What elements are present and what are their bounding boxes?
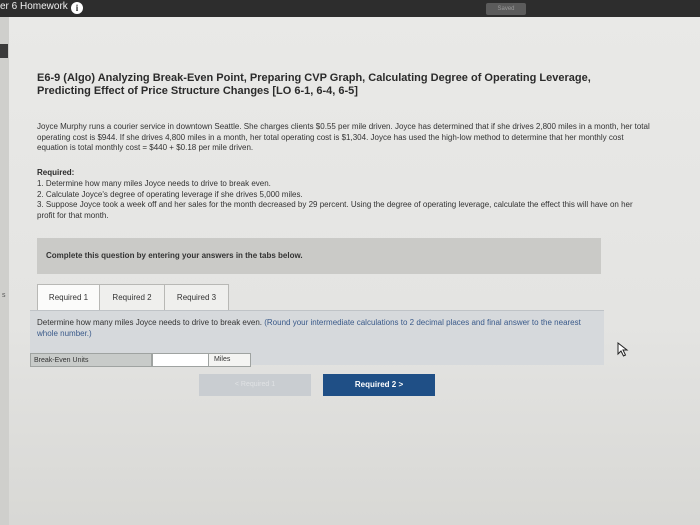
sidebar-marker xyxy=(0,44,8,58)
sidebar-letter: s xyxy=(2,292,6,299)
tab-required-2[interactable]: Required 2 xyxy=(99,284,165,311)
saved-indicator: Saved xyxy=(486,3,526,15)
tab-required-1[interactable]: Required 1 xyxy=(37,284,100,311)
required-title: Required: xyxy=(37,168,75,177)
tab-required-3[interactable]: Required 3 xyxy=(164,284,229,311)
miles-unit-label: Miles xyxy=(208,353,251,367)
question-text: Determine how many miles Joyce needs to … xyxy=(37,318,602,339)
problem-paragraph: Joyce Murphy runs a courier service in d… xyxy=(37,122,650,152)
instruction-banner: Complete this question by entering your … xyxy=(37,238,601,274)
problem-heading: E6-9 (Algo) Analyzing Break-Even Point, … xyxy=(37,72,591,97)
break-even-units-label: Break-Even Units xyxy=(30,353,152,367)
required-item: 1. Determine how many miles Joyce needs … xyxy=(37,179,271,188)
required-item: 2. Calculate Joyce's degree of operating… xyxy=(37,189,303,199)
top-bar: er 6 Homework i Saved xyxy=(0,0,700,17)
info-icon[interactable]: i xyxy=(71,2,83,14)
required-list: 1. Determine how many miles Joyce needs … xyxy=(37,179,647,221)
assignment-title: er 6 Homework xyxy=(0,1,68,12)
next-required-button[interactable]: Required 2 > xyxy=(323,374,435,396)
question-prompt: Determine how many miles Joyce needs to … xyxy=(37,318,262,327)
left-sidebar-strip xyxy=(0,17,9,525)
mouse-cursor-icon xyxy=(617,342,629,357)
banner-text: Complete this question by entering your … xyxy=(46,251,303,260)
previous-required-button[interactable]: < Required 1 xyxy=(199,374,311,396)
required-item: 3. Suppose Joyce took a week off and her… xyxy=(37,200,633,220)
